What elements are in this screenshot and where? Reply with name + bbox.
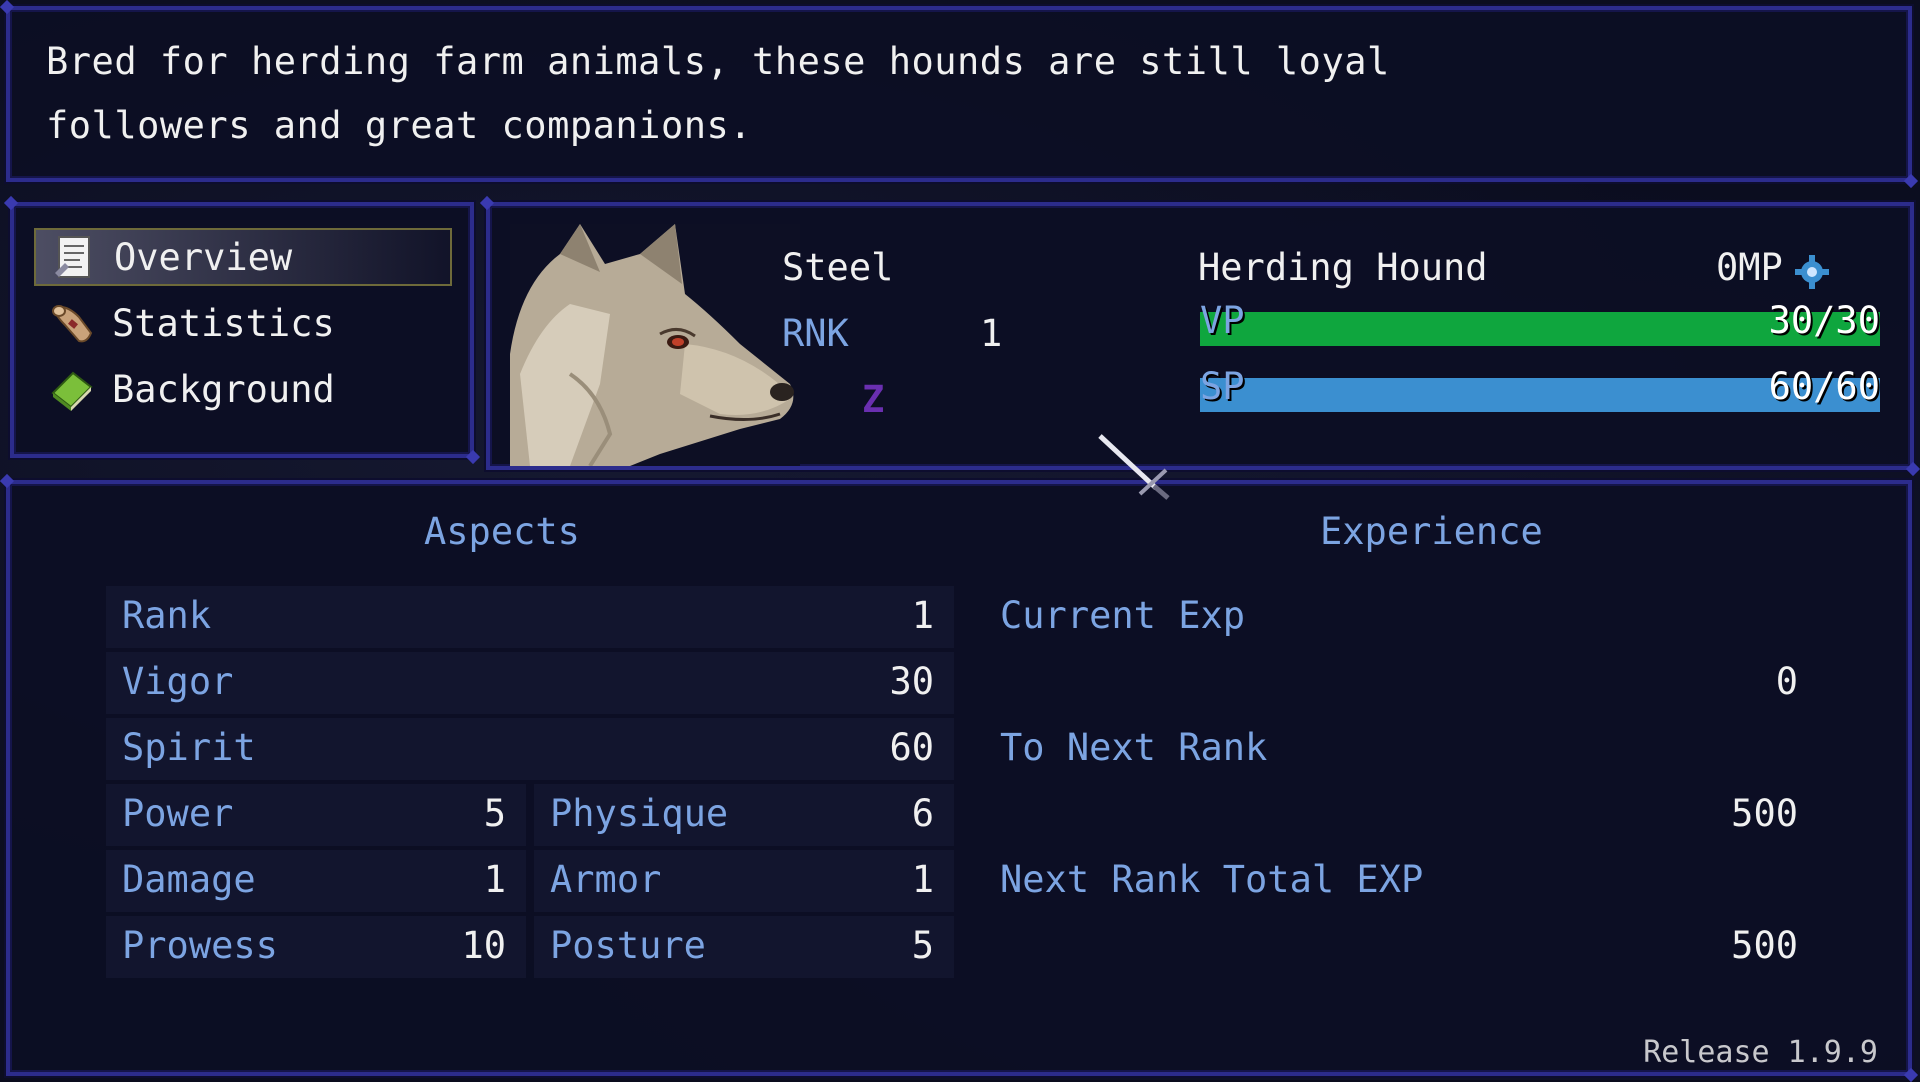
aspects-title: Aspects <box>424 510 580 553</box>
rank-value: 1 <box>980 312 1003 355</box>
aspect-value: 1 <box>483 858 506 901</box>
aspect-row-vigor: Vigor 30 <box>106 652 954 714</box>
hound-portrait <box>510 224 800 466</box>
menu-item-label: Statistics <box>112 301 335 345</box>
vp-label: VP <box>1200 299 1245 342</box>
next-rank-label: To Next Rank <box>1000 726 1268 769</box>
aspect-label: Power <box>122 792 234 835</box>
aspect-row-prowess: Prowess 10 <box>106 916 526 978</box>
vp-gauge: VP 30/30 <box>1200 299 1880 352</box>
total-exp-label: Next Rank Total EXP <box>1000 858 1424 901</box>
rolled-scroll-icon <box>48 299 96 347</box>
next-rank-value: 500 <box>1731 792 1798 835</box>
material-label: Steel <box>782 246 894 289</box>
aspect-value: 10 <box>461 924 506 967</box>
aspect-label: Armor <box>550 858 662 901</box>
help-window: Bred for herding farm animals, these hou… <box>6 6 1912 182</box>
stats-window: Aspects Experience Rank 1 Vigor 30 Spiri… <box>6 480 1912 1076</box>
sp-label: SP <box>1200 365 1245 408</box>
aspect-value: 1 <box>911 594 934 637</box>
rank-label: RNK <box>782 312 849 355</box>
aspect-value: 5 <box>483 792 506 835</box>
aspect-label: Prowess <box>122 924 278 967</box>
menu-item-statistics[interactable]: Statistics <box>34 294 452 352</box>
unit-name: Herding Hound <box>1198 246 1488 289</box>
mp-gear-icon <box>1794 254 1830 294</box>
help-text-line-2: followers and great companions. <box>46 104 753 147</box>
aspect-row-posture: Posture 5 <box>534 916 954 978</box>
release-version: Release 1.9.9 <box>1643 1035 1878 1070</box>
mp-value: 0MP <box>1716 246 1783 289</box>
help-text-line-1: Bred for herding farm animals, these hou… <box>46 40 1390 83</box>
current-exp-value: 0 <box>1775 660 1798 703</box>
aspect-label: Posture <box>550 924 706 967</box>
aspect-row-armor: Armor 1 <box>534 850 954 912</box>
green-book-icon <box>48 365 96 413</box>
aspect-label: Damage <box>122 858 256 901</box>
menu-item-overview[interactable]: Overview <box>34 228 452 286</box>
aspect-row-power: Power 5 <box>106 784 526 846</box>
aspect-row-physique: Physique 6 <box>534 784 954 846</box>
command-menu: Overview Statistics Background <box>10 202 474 458</box>
experience-title: Experience <box>1320 510 1543 553</box>
aspect-row-rank: Rank 1 <box>106 586 954 648</box>
aspect-label: Spirit <box>122 726 256 769</box>
aspect-label: Vigor <box>122 660 234 703</box>
aspect-value: 6 <box>911 792 934 835</box>
scroll-document-icon <box>50 233 98 281</box>
sword-cursor-icon <box>1096 432 1176 506</box>
sp-value: 60/60 <box>1768 365 1880 408</box>
aspect-value: 30 <box>889 660 934 703</box>
menu-item-label: Background <box>112 367 335 411</box>
vp-value: 30/30 <box>1768 299 1880 342</box>
status-window: Steel RNK 1 Z Herding Hound 0MP VP 30/30… <box>486 202 1914 470</box>
sp-gauge: SP 60/60 <box>1200 365 1880 418</box>
aspect-row-damage: Damage 1 <box>106 850 526 912</box>
sleep-status-icon: Z <box>862 378 885 421</box>
menu-item-label: Overview <box>114 235 293 279</box>
aspect-value: 1 <box>911 858 934 901</box>
aspect-label: Rank <box>122 594 212 637</box>
aspect-value: 60 <box>889 726 934 769</box>
menu-item-background[interactable]: Background <box>34 360 452 418</box>
aspect-value: 5 <box>911 924 934 967</box>
aspect-row-spirit: Spirit 60 <box>106 718 954 780</box>
current-exp-label: Current Exp <box>1000 594 1246 637</box>
aspect-label: Physique <box>550 792 729 835</box>
total-exp-value: 500 <box>1731 924 1798 967</box>
